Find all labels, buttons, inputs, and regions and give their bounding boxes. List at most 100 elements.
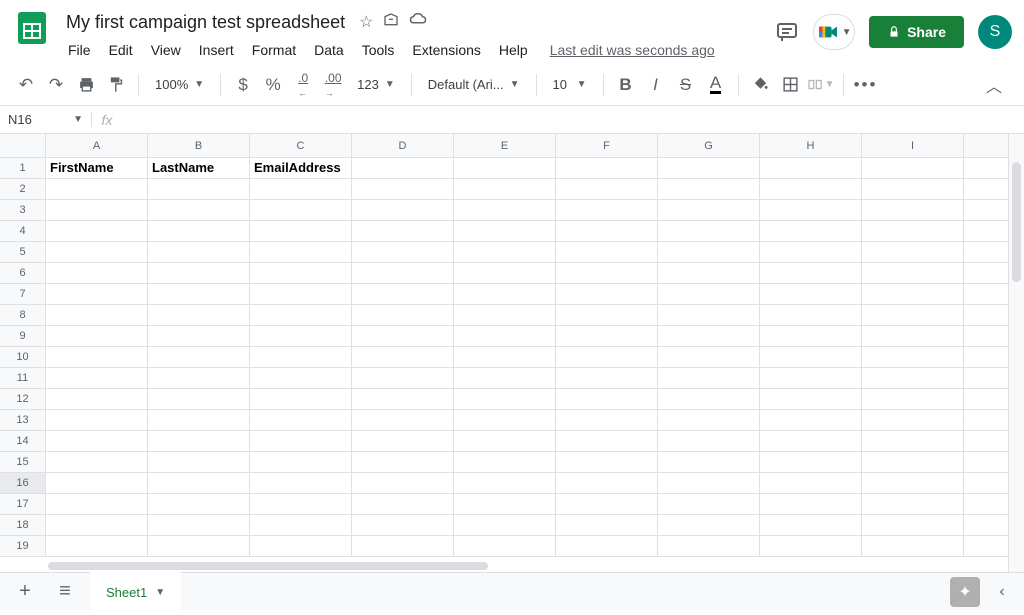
bold-button[interactable]: B	[612, 71, 640, 99]
cell[interactable]	[658, 242, 760, 263]
cell[interactable]	[556, 158, 658, 179]
cell[interactable]	[352, 263, 454, 284]
cell[interactable]	[556, 368, 658, 389]
print-button[interactable]	[72, 71, 100, 99]
cell[interactable]	[760, 536, 862, 557]
cell[interactable]	[862, 368, 964, 389]
cell[interactable]	[658, 263, 760, 284]
cell[interactable]	[148, 200, 250, 221]
cell[interactable]	[46, 452, 148, 473]
cell[interactable]	[964, 473, 1008, 494]
cell[interactable]	[46, 410, 148, 431]
cell[interactable]	[862, 179, 964, 200]
cell[interactable]	[148, 263, 250, 284]
cell[interactable]	[148, 536, 250, 557]
cell[interactable]	[454, 389, 556, 410]
cell[interactable]	[862, 263, 964, 284]
all-sheets-button[interactable]: ≡	[50, 577, 80, 607]
menu-extensions[interactable]: Extensions	[404, 38, 488, 62]
increase-decimal-button[interactable]: .00→	[319, 71, 347, 99]
row-header[interactable]: 11	[0, 368, 46, 389]
cell[interactable]	[760, 263, 862, 284]
cell[interactable]	[556, 242, 658, 263]
cell[interactable]	[658, 347, 760, 368]
font-size-select[interactable]: 10▼	[545, 73, 595, 96]
select-all-corner[interactable]	[0, 134, 46, 158]
cell[interactable]	[862, 242, 964, 263]
cell[interactable]	[658, 326, 760, 347]
cell[interactable]	[454, 515, 556, 536]
row-header[interactable]: 9	[0, 326, 46, 347]
cell[interactable]	[556, 431, 658, 452]
cell[interactable]	[352, 431, 454, 452]
cell[interactable]	[148, 389, 250, 410]
meet-button[interactable]: ▼	[813, 14, 855, 50]
cell[interactable]	[454, 221, 556, 242]
sheet-tab[interactable]: Sheet1 ▼	[90, 572, 181, 610]
cell[interactable]	[250, 431, 352, 452]
cell[interactable]	[862, 200, 964, 221]
sheets-logo[interactable]	[12, 8, 52, 48]
cell[interactable]	[964, 158, 1008, 179]
cell[interactable]	[454, 368, 556, 389]
cell[interactable]	[964, 263, 1008, 284]
row-header[interactable]: 6	[0, 263, 46, 284]
cell[interactable]	[250, 221, 352, 242]
cell[interactable]	[658, 452, 760, 473]
cell[interactable]	[964, 221, 1008, 242]
cell[interactable]	[148, 221, 250, 242]
cell[interactable]	[250, 305, 352, 326]
cell[interactable]	[148, 326, 250, 347]
cell[interactable]	[46, 221, 148, 242]
cell[interactable]	[352, 242, 454, 263]
move-icon[interactable]	[383, 12, 399, 33]
cell[interactable]	[964, 452, 1008, 473]
cloud-status-icon[interactable]	[409, 12, 427, 33]
percent-button[interactable]: %	[259, 71, 287, 99]
last-edit-link[interactable]: Last edit was seconds ago	[550, 42, 715, 58]
cell[interactable]: EmailAddress	[250, 158, 352, 179]
cell[interactable]	[250, 452, 352, 473]
cell[interactable]	[862, 515, 964, 536]
cell[interactable]	[352, 200, 454, 221]
cell[interactable]	[556, 410, 658, 431]
side-panel-toggle[interactable]: ‹	[990, 583, 1014, 601]
cell[interactable]	[250, 410, 352, 431]
cell[interactable]	[964, 431, 1008, 452]
cell[interactable]	[148, 179, 250, 200]
cell[interactable]	[454, 200, 556, 221]
cell[interactable]	[148, 515, 250, 536]
cell[interactable]	[556, 263, 658, 284]
collapse-toolbar-icon[interactable]: ︿	[976, 69, 1012, 101]
cell[interactable]	[148, 473, 250, 494]
cell[interactable]	[658, 221, 760, 242]
cell[interactable]	[454, 347, 556, 368]
explore-button[interactable]: ✦	[950, 577, 980, 607]
cell[interactable]	[760, 431, 862, 452]
cell[interactable]: LastName	[148, 158, 250, 179]
menu-tools[interactable]: Tools	[354, 38, 403, 62]
cell[interactable]	[760, 452, 862, 473]
cell[interactable]	[46, 515, 148, 536]
cell[interactable]	[148, 347, 250, 368]
cell[interactable]	[658, 536, 760, 557]
cell[interactable]	[46, 389, 148, 410]
cell[interactable]	[46, 179, 148, 200]
cell[interactable]	[250, 200, 352, 221]
zoom-select[interactable]: 100%▼	[147, 73, 212, 96]
column-header[interactable]: H	[760, 134, 862, 158]
cell[interactable]	[352, 368, 454, 389]
menu-file[interactable]: File	[60, 38, 99, 62]
cell[interactable]	[658, 389, 760, 410]
cell[interactable]	[454, 431, 556, 452]
cell[interactable]	[964, 536, 1008, 557]
cell[interactable]	[658, 284, 760, 305]
cell[interactable]	[658, 494, 760, 515]
cell[interactable]	[352, 179, 454, 200]
cell[interactable]	[250, 242, 352, 263]
column-header[interactable]: C	[250, 134, 352, 158]
cell[interactable]	[658, 200, 760, 221]
formula-input[interactable]	[122, 112, 1024, 127]
row-header[interactable]: 17	[0, 494, 46, 515]
cell[interactable]	[250, 515, 352, 536]
